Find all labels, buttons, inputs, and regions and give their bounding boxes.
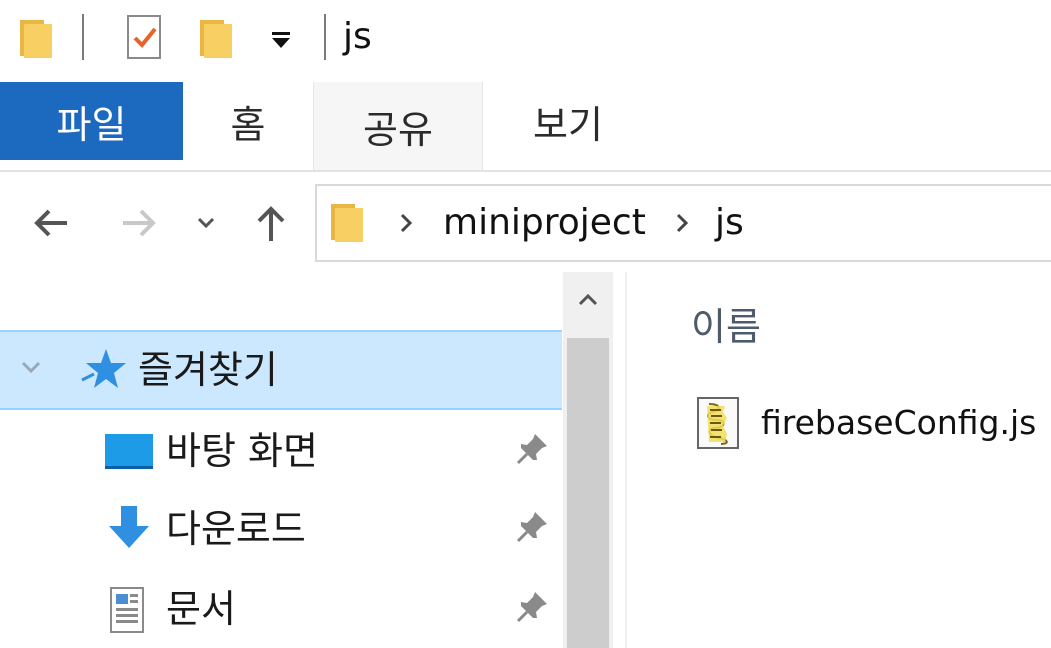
file-list: 이름 firebaseConfig.js [627, 272, 1051, 648]
pin-icon[interactable] [515, 430, 551, 466]
recent-locations-button[interactable] [184, 200, 228, 250]
arrow-right-icon [117, 201, 161, 249]
chevron-down-icon [194, 211, 218, 239]
star-icon [80, 346, 128, 396]
file-name: firebaseConfig.js [761, 403, 1037, 442]
pin-icon[interactable] [515, 508, 551, 544]
scroll-up-button[interactable] [563, 272, 613, 332]
up-button[interactable] [246, 200, 296, 250]
sidebar-item-quick-access[interactable]: 즐겨찾기 [0, 330, 562, 410]
window-title: js [343, 16, 372, 57]
file-item[interactable]: firebaseConfig.js [695, 392, 1051, 456]
breadcrumb-js[interactable]: js [715, 186, 744, 260]
sidebar-item-documents[interactable]: 문서 [0, 568, 562, 648]
column-header-name[interactable]: 이름 [691, 302, 761, 352]
toolbar-separator [324, 14, 326, 60]
scroll-thumb[interactable] [567, 338, 609, 648]
tab-file[interactable]: 파일 [0, 82, 183, 160]
desktop-icon [104, 432, 154, 476]
sidebar-item-label: 다운로드 [166, 507, 306, 551]
tab-share[interactable]: 공유 [313, 82, 483, 170]
navigation-pane: 즐겨찾기 바탕 화면 다운로드 문서 [0, 272, 565, 648]
customize-dropdown-icon[interactable] [266, 24, 296, 58]
folder-icon [329, 200, 365, 250]
chevron-down-icon[interactable] [18, 354, 44, 384]
arrow-up-icon [249, 201, 293, 249]
ribbon-tabs: 파일 홈 공유 보기 [0, 82, 1051, 172]
chevron-right-icon[interactable] [397, 186, 417, 260]
breadcrumb-miniproject[interactable]: miniproject [443, 186, 646, 260]
sidebar-item-label: 바탕 화면 [166, 429, 318, 473]
new-folder-icon[interactable] [198, 14, 234, 64]
toolbar-separator [82, 14, 84, 60]
documents-icon [108, 586, 148, 640]
tab-home[interactable]: 홈 [183, 82, 313, 160]
nav-pane-scrollbar[interactable] [563, 272, 613, 648]
navigation-bar: miniproject js [0, 172, 1051, 272]
arrow-left-icon [29, 201, 73, 249]
forward-button[interactable] [114, 200, 164, 250]
folder-icon [18, 14, 54, 64]
title-bar: js [0, 0, 1051, 82]
chevron-up-icon [576, 288, 600, 316]
sidebar-item-label: 즐겨찾기 [138, 348, 278, 392]
chevron-right-icon[interactable] [673, 186, 693, 260]
pin-icon[interactable] [515, 588, 551, 624]
tab-view[interactable]: 보기 [483, 82, 653, 160]
script-file-icon [695, 396, 743, 456]
back-button[interactable] [26, 200, 76, 250]
download-icon [106, 504, 152, 556]
sidebar-item-label: 문서 [166, 587, 236, 631]
sidebar-item-desktop[interactable]: 바탕 화면 [0, 412, 562, 488]
sidebar-item-downloads[interactable]: 다운로드 [0, 490, 562, 566]
properties-check-icon[interactable] [124, 14, 166, 66]
address-bar[interactable]: miniproject js [315, 184, 1051, 262]
